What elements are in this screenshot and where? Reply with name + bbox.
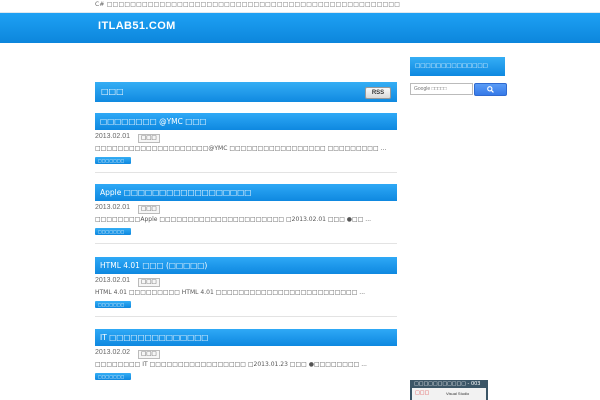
post-title-link[interactable]: Apple □□□□□□□□□□□□□□□□□□ — [100, 188, 251, 197]
post-divider — [95, 172, 397, 173]
read-more-button[interactable]: □□□□□□□ — [95, 373, 131, 380]
post-date: 2013.02.01 — [95, 204, 131, 211]
post-title-bar: IT □□□□□□□□□□□□□□ — [95, 329, 397, 346]
section-header: □□□ RSS — [95, 82, 397, 102]
post-title-link[interactable]: □□□□□□□□ @YMC □□□ — [100, 117, 207, 126]
post-title-link[interactable]: HTML 4.01 □□□ (□□□□□) — [100, 261, 207, 270]
post-date: 2013.02.01 — [95, 277, 131, 284]
read-more-button[interactable]: □□□□□□□ — [95, 301, 131, 308]
post-excerpt: □□□□□□□□ IT □□□□□□□□□□□□□□□□□ □2013.01.2… — [95, 361, 367, 368]
ad-banner[interactable]: □□□□□□□□□□□ - 003 □□□ Visual Studio — [410, 380, 488, 400]
post-divider — [95, 243, 397, 244]
site-title[interactable]: ITLAB51.COM — [98, 20, 176, 32]
section-title: □□□ — [101, 87, 124, 96]
search-input[interactable]: Google □□□□□ — [410, 83, 473, 95]
post-date: 2013.02.01 — [95, 133, 131, 140]
site-header: ITLAB51.COM — [0, 13, 600, 43]
top-announcement-bar: C# □□□□□□□□□□□□□□□□□□□□□□□□□□□□□□□□□□□□□… — [0, 0, 600, 13]
post-category-tag[interactable]: □□□ — [138, 278, 160, 287]
search-icon — [487, 86, 494, 93]
ad-content: □□□ Visual Studio — [412, 388, 486, 400]
post-title-link[interactable]: IT □□□□□□□□□□□□□□ — [100, 333, 208, 342]
post-category-tag[interactable]: □□□ — [138, 205, 160, 214]
post-excerpt: HTML 4.01 □□□□□□□□□ HTML 4.01 □□□□□□□□□□… — [95, 289, 366, 296]
post-excerpt: □□□□□□□□□□□□□□□□□□□□@YMC □□□□□□□□□□□□□□□… — [95, 145, 387, 152]
post-divider — [95, 316, 397, 317]
ad-logo: □□□ — [415, 390, 430, 396]
post-excerpt: □□□□□□□□Apple □□□□□□□□□□□□□□□□□□□□□□ □20… — [95, 216, 372, 223]
read-more-button[interactable]: □□□□□□□ — [95, 157, 131, 164]
ad-title: □□□□□□□□□□□ - 003 — [414, 381, 481, 387]
ad-text: Visual Studio — [446, 391, 470, 396]
sidebar-header: □□□□□□□□□□□□□□ — [410, 57, 505, 76]
sidebar-title: □□□□□□□□□□□□□□ — [415, 63, 488, 69]
post-date: 2013.02.02 — [95, 349, 131, 356]
post-category-tag[interactable]: □□□ — [138, 134, 160, 143]
post-title-bar: Apple □□□□□□□□□□□□□□□□□□ — [95, 184, 397, 201]
top-announcement-text: C# □□□□□□□□□□□□□□□□□□□□□□□□□□□□□□□□□□□□□… — [95, 1, 401, 8]
post-category-tag[interactable]: □□□ — [138, 350, 160, 359]
rss-button[interactable]: RSS — [365, 87, 391, 99]
post-title-bar: □□□□□□□□ @YMC □□□ — [95, 113, 397, 130]
post-title-bar: HTML 4.01 □□□ (□□□□□) — [95, 257, 397, 274]
read-more-button[interactable]: □□□□□□□ — [95, 228, 131, 235]
search-button[interactable] — [474, 83, 507, 96]
